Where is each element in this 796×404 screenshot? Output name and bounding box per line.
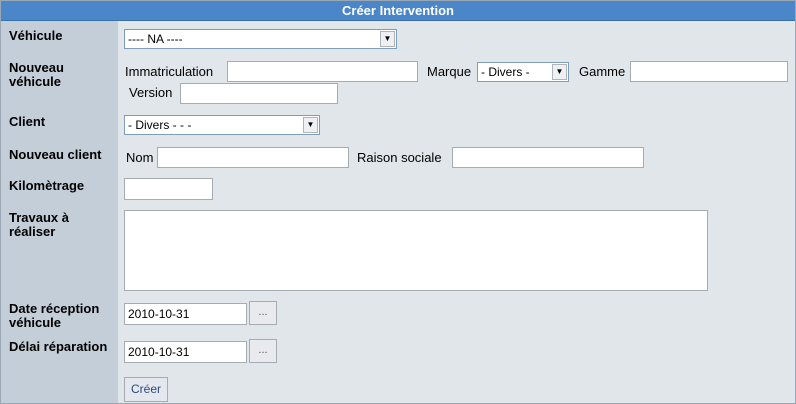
travaux-textarea[interactable] xyxy=(124,210,708,291)
delai-reparation-picker-button[interactable]: ... xyxy=(249,339,277,363)
marque-label: Marque xyxy=(427,64,472,79)
vehicule-label: Véhicule xyxy=(9,28,63,43)
creer-button[interactable]: Créer xyxy=(124,377,169,402)
chevron-down-icon[interactable]: ▼ xyxy=(552,64,567,80)
nom-label: Nom xyxy=(126,150,154,165)
marque-select[interactable]: - Divers - ▼ xyxy=(477,62,569,82)
immatriculation-label: Immatriculation xyxy=(125,64,214,79)
date-reception-picker-button[interactable]: ... xyxy=(249,301,277,325)
create-intervention-form: Créer Intervention Véhicule ---- NA ----… xyxy=(0,0,796,404)
client-label: Client xyxy=(9,114,46,129)
kilometrage-label: Kilomètrage xyxy=(9,178,85,193)
date-reception-label: Date réception véhicule xyxy=(9,301,100,330)
nom-input[interactable] xyxy=(157,147,349,168)
form-title: Créer Intervention xyxy=(1,1,795,21)
vehicule-selected-value: ---- NA ---- xyxy=(128,32,183,46)
marque-selected-value: - Divers - xyxy=(481,65,530,79)
client-selected-value: - Divers - - - xyxy=(128,118,192,132)
immatriculation-input[interactable] xyxy=(227,61,418,82)
raison-sociale-input[interactable] xyxy=(452,147,644,168)
gamme-input[interactable] xyxy=(630,61,788,82)
nouveau-vehicule-label: Nouveau véhicule xyxy=(9,60,64,89)
version-input[interactable] xyxy=(180,83,338,104)
raison-sociale-label: Raison sociale xyxy=(357,150,442,165)
gamme-label: Gamme xyxy=(579,64,626,79)
kilometrage-input[interactable] xyxy=(124,178,213,200)
chevron-down-icon[interactable]: ▼ xyxy=(303,117,318,133)
delai-reparation-input[interactable] xyxy=(124,341,247,363)
vehicule-select[interactable]: ---- NA ---- ▼ xyxy=(124,29,397,49)
travaux-label: Travaux à réaliser xyxy=(9,210,69,239)
nouveau-client-label: Nouveau client xyxy=(9,147,102,162)
version-label: Version xyxy=(129,85,173,100)
date-reception-input[interactable] xyxy=(124,303,247,325)
delai-reparation-label: Délai réparation xyxy=(9,339,108,354)
chevron-down-icon[interactable]: ▼ xyxy=(380,31,395,47)
client-select[interactable]: - Divers - - - ▼ xyxy=(124,115,320,135)
